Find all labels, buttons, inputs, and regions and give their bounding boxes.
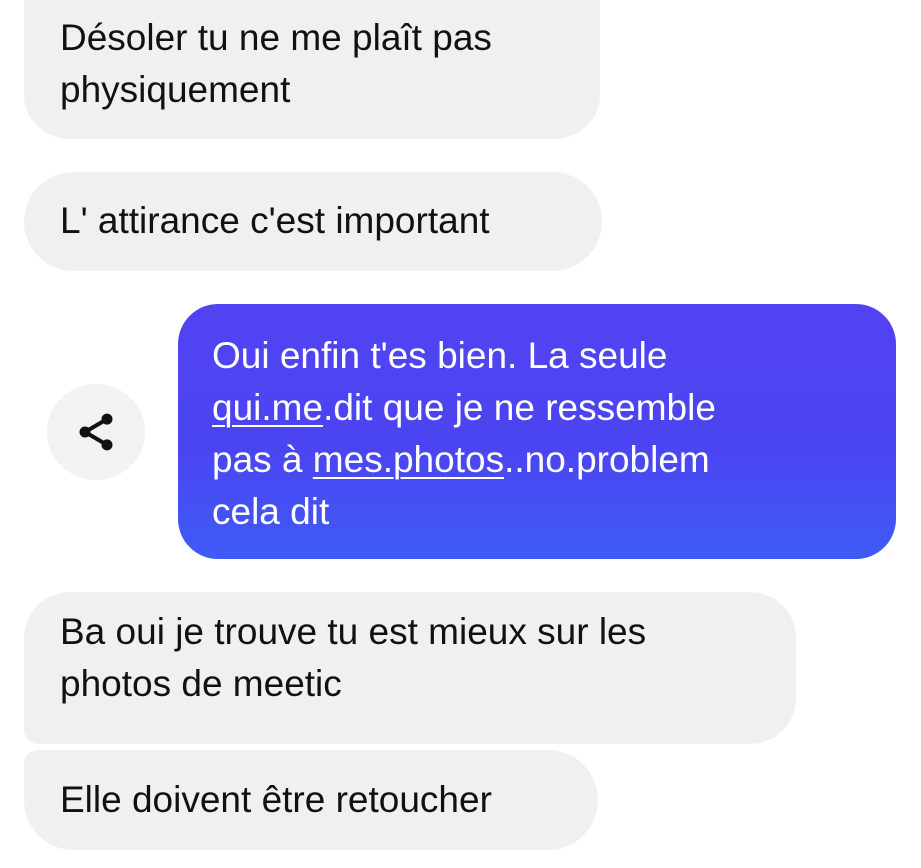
message-text-line: photos de meetic bbox=[60, 663, 342, 704]
share-icon bbox=[79, 413, 113, 451]
message-text-line: Désoler tu ne me plaît pas bbox=[60, 17, 492, 58]
message-text-line: qui.me.dit que je ne ressemble bbox=[212, 382, 862, 434]
message-link-mes-photos[interactable]: mes.photos bbox=[313, 439, 504, 480]
incoming-message-bubble[interactable]: Désoler tu ne me plaît pas physiquement bbox=[24, 0, 600, 139]
message-text-segment: .dit que je ne ressemble bbox=[323, 387, 716, 428]
message-text-line: cela dit bbox=[212, 491, 330, 532]
message-link-qui-me[interactable]: qui.me bbox=[212, 387, 323, 428]
message-text-line: Oui enfin t'es bien. La seule bbox=[212, 335, 668, 376]
message-text-segment: pas à bbox=[212, 439, 313, 480]
message-text-line: Ba oui je trouve tu est mieux sur les bbox=[60, 611, 647, 652]
incoming-message-bubble[interactable]: Elle doivent être retoucher bbox=[24, 750, 598, 850]
incoming-message-bubble[interactable]: L' attirance c'est important bbox=[24, 172, 602, 271]
message-text-line: L' attirance c'est important bbox=[60, 200, 490, 241]
outgoing-message-bubble[interactable]: Oui enfin t'es bien. La seule qui.me.dit… bbox=[178, 304, 896, 559]
message-text-segment: ..no.problem bbox=[504, 439, 710, 480]
message-text-line: Elle doivent être retoucher bbox=[60, 779, 492, 820]
message-text-line: physiquement bbox=[60, 69, 291, 110]
incoming-message-bubble[interactable]: Ba oui je trouve tu est mieux sur les ph… bbox=[24, 592, 796, 744]
message-text-line: pas à mes.photos..no.problem bbox=[212, 434, 862, 486]
share-button[interactable] bbox=[47, 384, 145, 480]
